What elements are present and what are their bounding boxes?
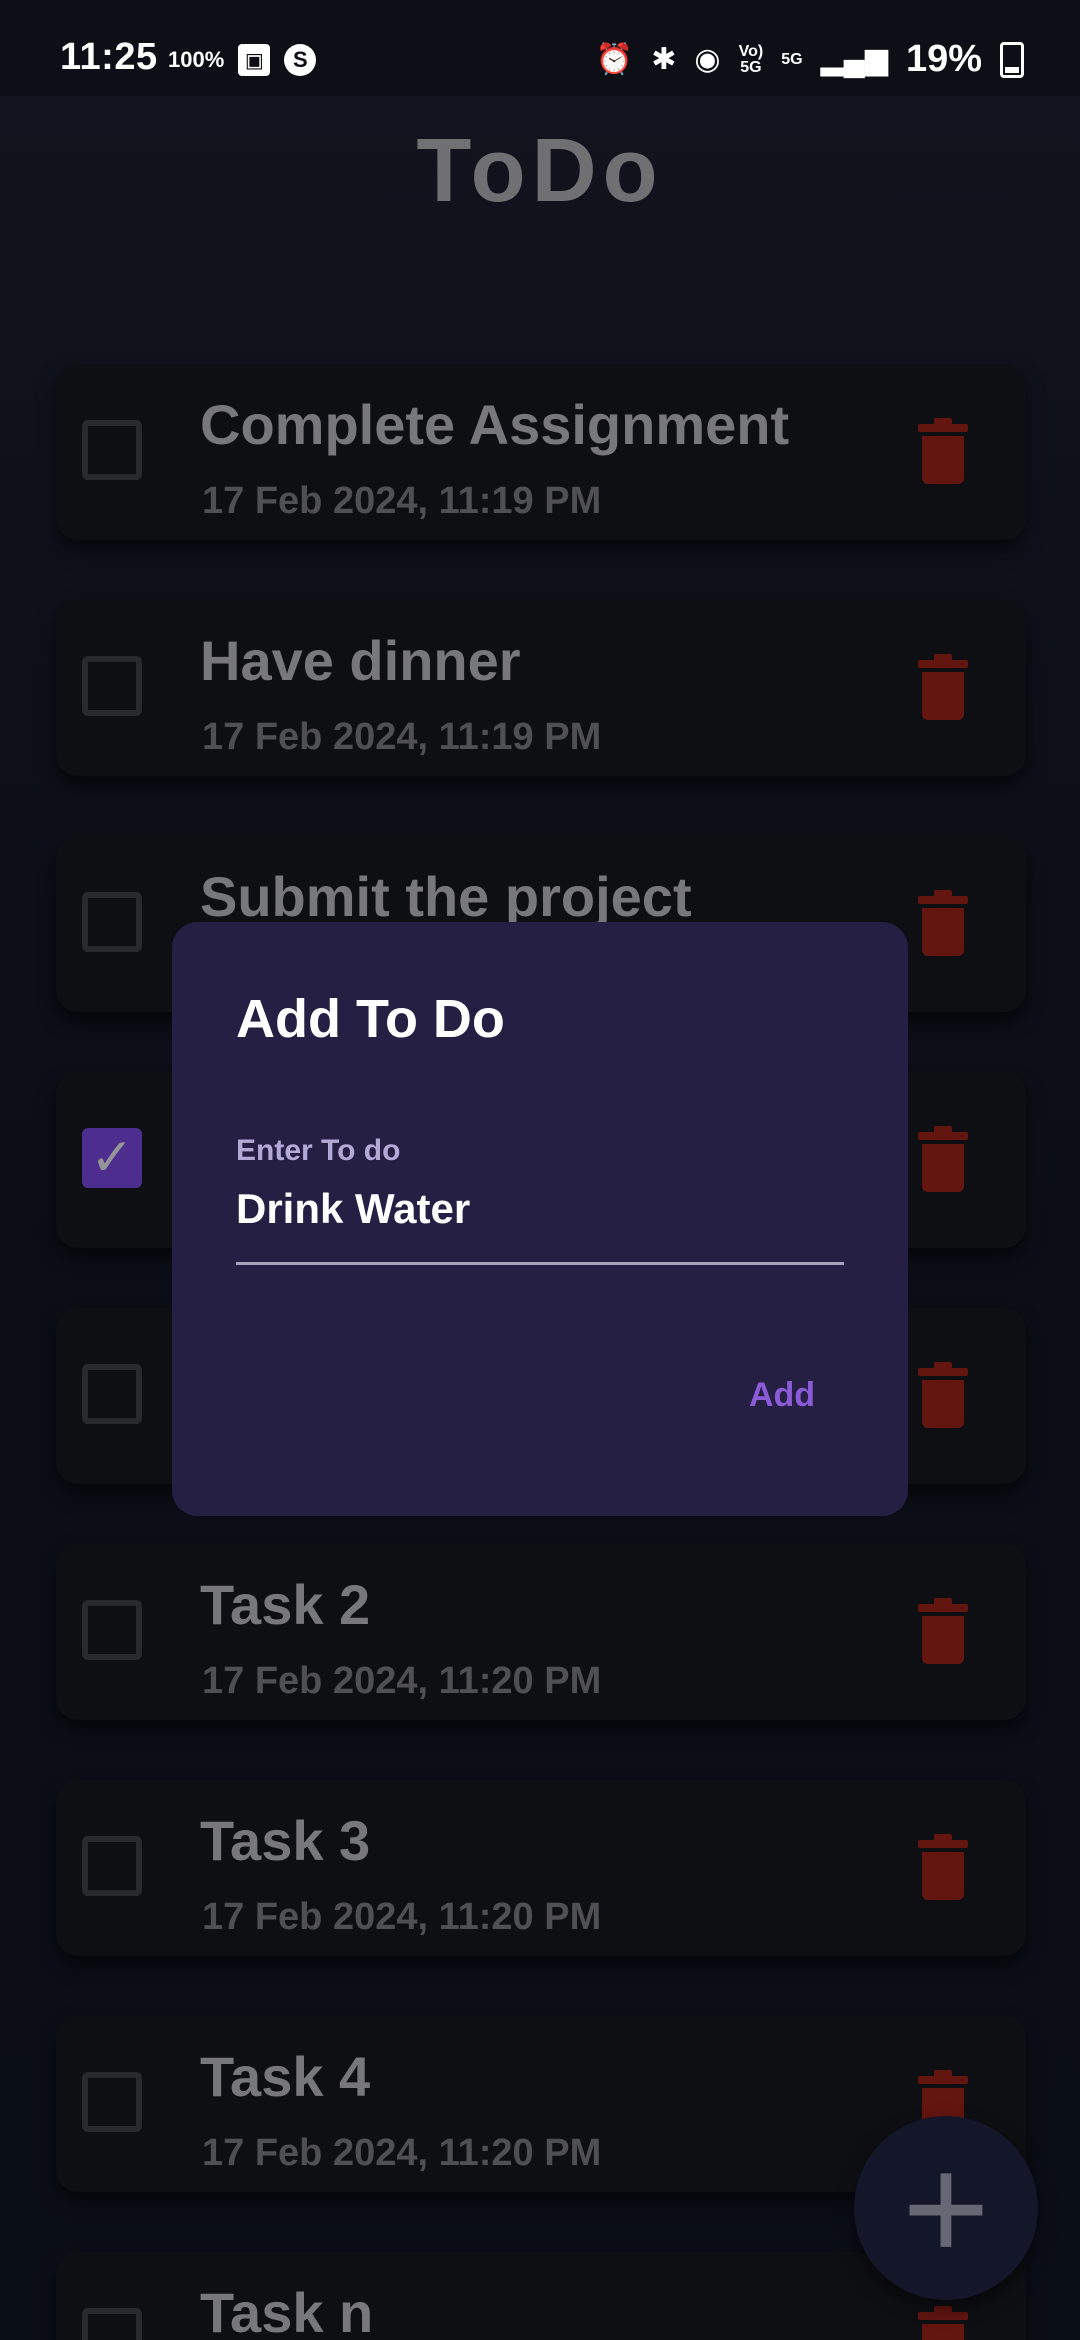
status-bar: 11:25 100% ▣ S ⏰ ✱ ◉ Vo) 5G 5G ▂▄▆ 19% [0, 0, 1080, 96]
s-app-icon: S [284, 44, 317, 76]
bluetooth-icon: ✱ [651, 42, 677, 76]
todo-input[interactable] [236, 1174, 844, 1244]
add-button[interactable]: Add [702, 1358, 862, 1432]
signal-icon: ▂▄▆ [820, 42, 888, 76]
status-left-icons: 100% ▣ S [168, 44, 317, 76]
hotspot-icon: ◉ [694, 42, 721, 76]
add-todo-dialog: Add To Do Enter To do Add [172, 922, 908, 1516]
5g-icon: 5G [781, 50, 803, 68]
battery-percent: 19% [905, 38, 982, 80]
gallery-icon: ▣ [238, 44, 271, 76]
battery-icon [1000, 41, 1024, 78]
status-time: 11:25 [60, 36, 158, 78]
status-badge-100: 100% [168, 47, 225, 72]
app-screen: 11:25 100% ▣ S ⏰ ✱ ◉ Vo) 5G 5G ▂▄▆ 19% T… [0, 0, 1080, 2340]
todo-input-underline [236, 1262, 844, 1265]
status-right-icons: ⏰ ✱ ◉ Vo) 5G 5G ▂▄▆ 19% [596, 38, 1024, 81]
alarm-icon: ⏰ [595, 42, 634, 76]
volte-icon: Vo) 5G [738, 42, 764, 76]
dialog-title: Add To Do [236, 989, 505, 1049]
todo-field-label: Enter To do [236, 1134, 401, 1167]
